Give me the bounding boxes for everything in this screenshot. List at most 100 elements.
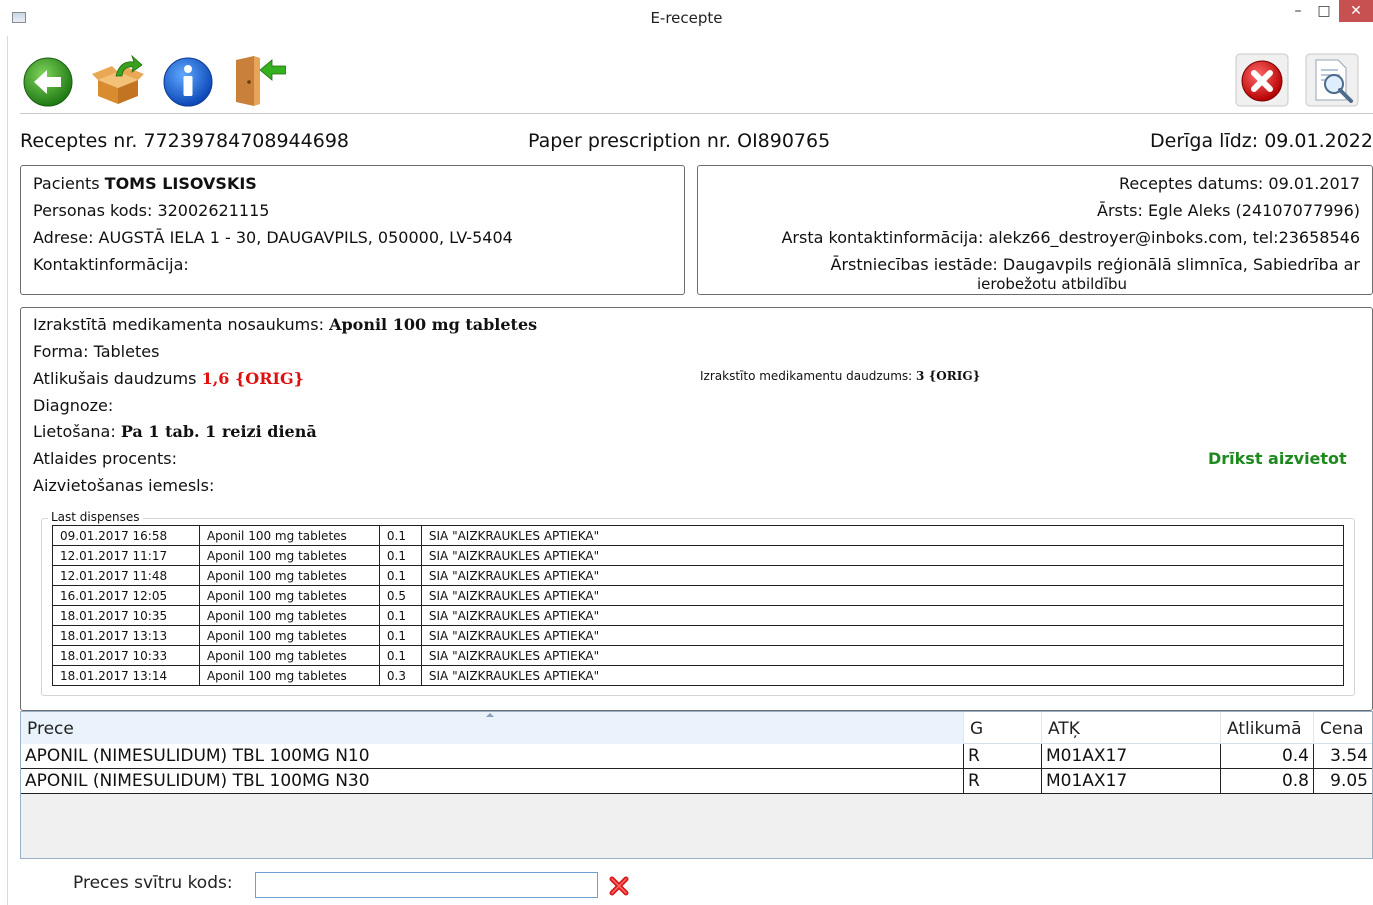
dispense-quantity: 0.1 — [378, 565, 422, 586]
dispense-pharmacy: SIA "AIZKRAUKLES APTIEKA" — [420, 565, 1345, 586]
goods-atk: M01AX17 — [1042, 744, 1221, 768]
goods-row[interactable]: APONIL (NIMESULIDUM) TBL 100MG N30 R M01AX… — [21, 769, 1372, 794]
dispense-medication: Aponil 100 mg tabletes — [198, 525, 380, 546]
dispense-pharmacy: SIA "AIZKRAUKLES APTIEKA" — [420, 585, 1345, 606]
dispense-medication: Aponil 100 mg tabletes — [198, 585, 380, 606]
dispense-medication: Aponil 100 mg tabletes — [198, 565, 380, 586]
goods-name: APONIL (NIMESULIDUM) TBL 100MG N30 — [21, 769, 964, 793]
recipe-number: Receptes nr. 77239784708944698 — [20, 130, 350, 152]
dispense-pharmacy: SIA "AIZKRAUKLES APTIEKA" — [420, 645, 1345, 666]
prescribed-quantity: 3 {ORIG} — [916, 369, 981, 383]
dispense-pharmacy: SIA "AIZKRAUKLES APTIEKA" — [420, 625, 1345, 646]
dispense-row: 18.01.2017 13:14 Aponil 100 mg tabletes 0.… — [52, 665, 1345, 686]
goods-price: 9.05 — [1330, 771, 1368, 791]
window-title: E-recepte — [650, 9, 723, 27]
exit-button[interactable] — [230, 52, 287, 108]
dispense-row: 09.01.2017 16:58 Aponil 100 mg tabletes 0.… — [52, 525, 1345, 546]
sort-ascending-icon — [486, 713, 494, 717]
discount-percent: Atlaides procents: — [33, 449, 178, 468]
info-button[interactable] — [160, 52, 216, 108]
dispense-date: 09.01.2017 16:58 — [52, 525, 200, 546]
dispense-medication: Aponil 100 mg tabletes — [198, 665, 380, 686]
patient-contact: Kontaktinformācija: — [33, 255, 189, 274]
clear-barcode-button[interactable] — [607, 874, 631, 898]
dispense-row: 18.01.2017 10:35 Aponil 100 mg tabletes 0.… — [52, 605, 1345, 626]
dispense-quantity: 0.3 — [378, 665, 422, 686]
medication-name: Aponil 100 mg tabletes — [329, 315, 538, 334]
personal-code: Personas kods: 32002621115 — [33, 201, 270, 220]
exit-door-icon — [236, 56, 287, 106]
dispense-date: 18.01.2017 10:33 — [52, 645, 200, 666]
last-dispenses-legend: Last dispenses — [48, 510, 143, 524]
column-header-atk[interactable]: ATĶ — [1042, 712, 1221, 744]
remaining-quantity-line: Atlikušais daudzums 1,6 {ORIG} — [33, 369, 304, 388]
dispense-row: 12.01.2017 11:48 Aponil 100 mg tabletes 0.… — [52, 565, 1345, 586]
medication-name-line: Izrakstītā medikamenta nosaukums: Aponil… — [33, 315, 538, 334]
minimize-button[interactable]: – — [1285, 0, 1311, 22]
goods-table: Prece G ATĶ Atlikumā Cena APONIL (NIMESU… — [20, 711, 1373, 859]
goods-row[interactable]: APONIL (NIMESULIDUM) TBL 100MG N10 R M01AX… — [21, 744, 1372, 769]
usage-line: Lietošana: Pa 1 tab. 1 reizi dienā — [33, 422, 317, 441]
dispense-date: 12.01.2017 11:48 — [52, 565, 200, 586]
window-border — [7, 36, 8, 905]
red-x-icon — [609, 876, 629, 896]
open-package-button[interactable] — [90, 52, 146, 108]
usage-value: Pa 1 tab. 1 reizi dienā — [120, 422, 317, 441]
column-header-cena[interactable]: Cena — [1314, 712, 1372, 744]
substitution-allowed: Drīkst aizvietot — [1208, 449, 1347, 468]
dispense-medication: Aponil 100 mg tabletes — [198, 605, 380, 626]
column-header-g[interactable]: G — [964, 712, 1042, 744]
dispense-medication: Aponil 100 mg tabletes — [198, 625, 380, 646]
dispense-row: 18.01.2017 13:13 Aponil 100 mg tabletes 0.… — [52, 625, 1345, 646]
patient-name: TOMS LISOVSKIS — [104, 174, 257, 193]
goods-group: R — [964, 769, 1042, 793]
column-header-atlikuma[interactable]: Atlikumā — [1221, 712, 1314, 744]
dispense-quantity: 0.5 — [378, 585, 422, 606]
patient-address: Adrese: AUGSTĀ IELA 1 - 30, DAUGAVPILS, … — [33, 228, 513, 247]
close-window-button[interactable]: ✕ — [1339, 0, 1373, 22]
dispense-pharmacy: SIA "AIZKRAUKLES APTIEKA" — [420, 525, 1345, 546]
dispense-pharmacy: SIA "AIZKRAUKLES APTIEKA" — [420, 545, 1345, 566]
goods-group: R — [964, 744, 1042, 768]
goods-stock: 0.4 — [1221, 744, 1314, 768]
substitution-reason: Aizvietošanas iemesls: — [33, 476, 215, 495]
dispense-quantity: 0.1 — [378, 625, 422, 646]
toolbar — [20, 48, 1370, 110]
dispense-date: 16.01.2017 12:05 — [52, 585, 200, 606]
valid-until: Derīga līdz: 09.01.2022 — [1150, 130, 1373, 152]
remaining-quantity: 1,6 {ORIG} — [201, 369, 304, 388]
doctor-contact: Arsta kontaktinformācija: alekz66_destro… — [781, 228, 1360, 247]
goods-header: Prece G ATĶ Atlikumā Cena — [21, 712, 1372, 744]
dispense-medication: Aponil 100 mg tabletes — [198, 545, 380, 566]
preview-button[interactable] — [1304, 52, 1360, 108]
title-bar: E-recepte – □ ✕ — [0, 0, 1373, 36]
dispense-row: 18.01.2017 10:33 Aponil 100 mg tabletes 0.… — [52, 645, 1345, 666]
goods-name: APONIL (NIMESULIDUM) TBL 100MG N10 — [21, 744, 964, 768]
dispense-quantity: 0.1 — [378, 645, 422, 666]
maximize-button[interactable]: □ — [1311, 0, 1337, 22]
goods-price: 3.54 — [1330, 746, 1368, 766]
recipe-date: Receptes datums: 09.01.2017 — [1119, 174, 1360, 193]
info-icon — [163, 57, 213, 107]
last-dispenses-group: Last dispenses 09.01.2017 16:58 Aponil 10… — [41, 510, 1355, 696]
institution-line-1: Ārstniecības iestāde: Daugavpils reģionā… — [830, 255, 1360, 274]
back-button[interactable] — [20, 52, 76, 108]
patient-name-line: Pacients TOMS LISOVSKIS — [33, 174, 257, 193]
toolbar-separator — [20, 113, 1373, 114]
dispense-quantity: 0.1 — [378, 605, 422, 626]
dispense-date: 18.01.2017 13:14 — [52, 665, 200, 686]
open-box-icon — [92, 54, 144, 104]
preview-magnifier-icon — [1305, 53, 1359, 107]
goods-stock: 0.8 — [1221, 769, 1314, 793]
prescribed-quantity-line: Izrakstīto medikamentu daudzums: 3 {ORIG… — [700, 369, 981, 383]
diagnosis: Diagnoze: — [33, 396, 114, 415]
paper-prescription-number: Paper prescription nr. OI890765 — [528, 130, 831, 152]
cancel-prescription-button[interactable] — [1234, 52, 1290, 108]
dispense-quantity: 0.1 — [378, 525, 422, 546]
barcode-input[interactable] — [255, 872, 598, 898]
medication-panel: Izrakstītā medikamenta nosaukums: Aponil… — [20, 307, 1373, 711]
dispense-row: 16.01.2017 12:05 Aponil 100 mg tabletes 0.… — [52, 585, 1345, 606]
back-arrow-icon — [23, 57, 73, 107]
patient-panel: Pacients TOMS LISOVSKIS Personas kods: 3… — [20, 165, 685, 295]
dispense-medication: Aponil 100 mg tabletes — [198, 645, 380, 666]
